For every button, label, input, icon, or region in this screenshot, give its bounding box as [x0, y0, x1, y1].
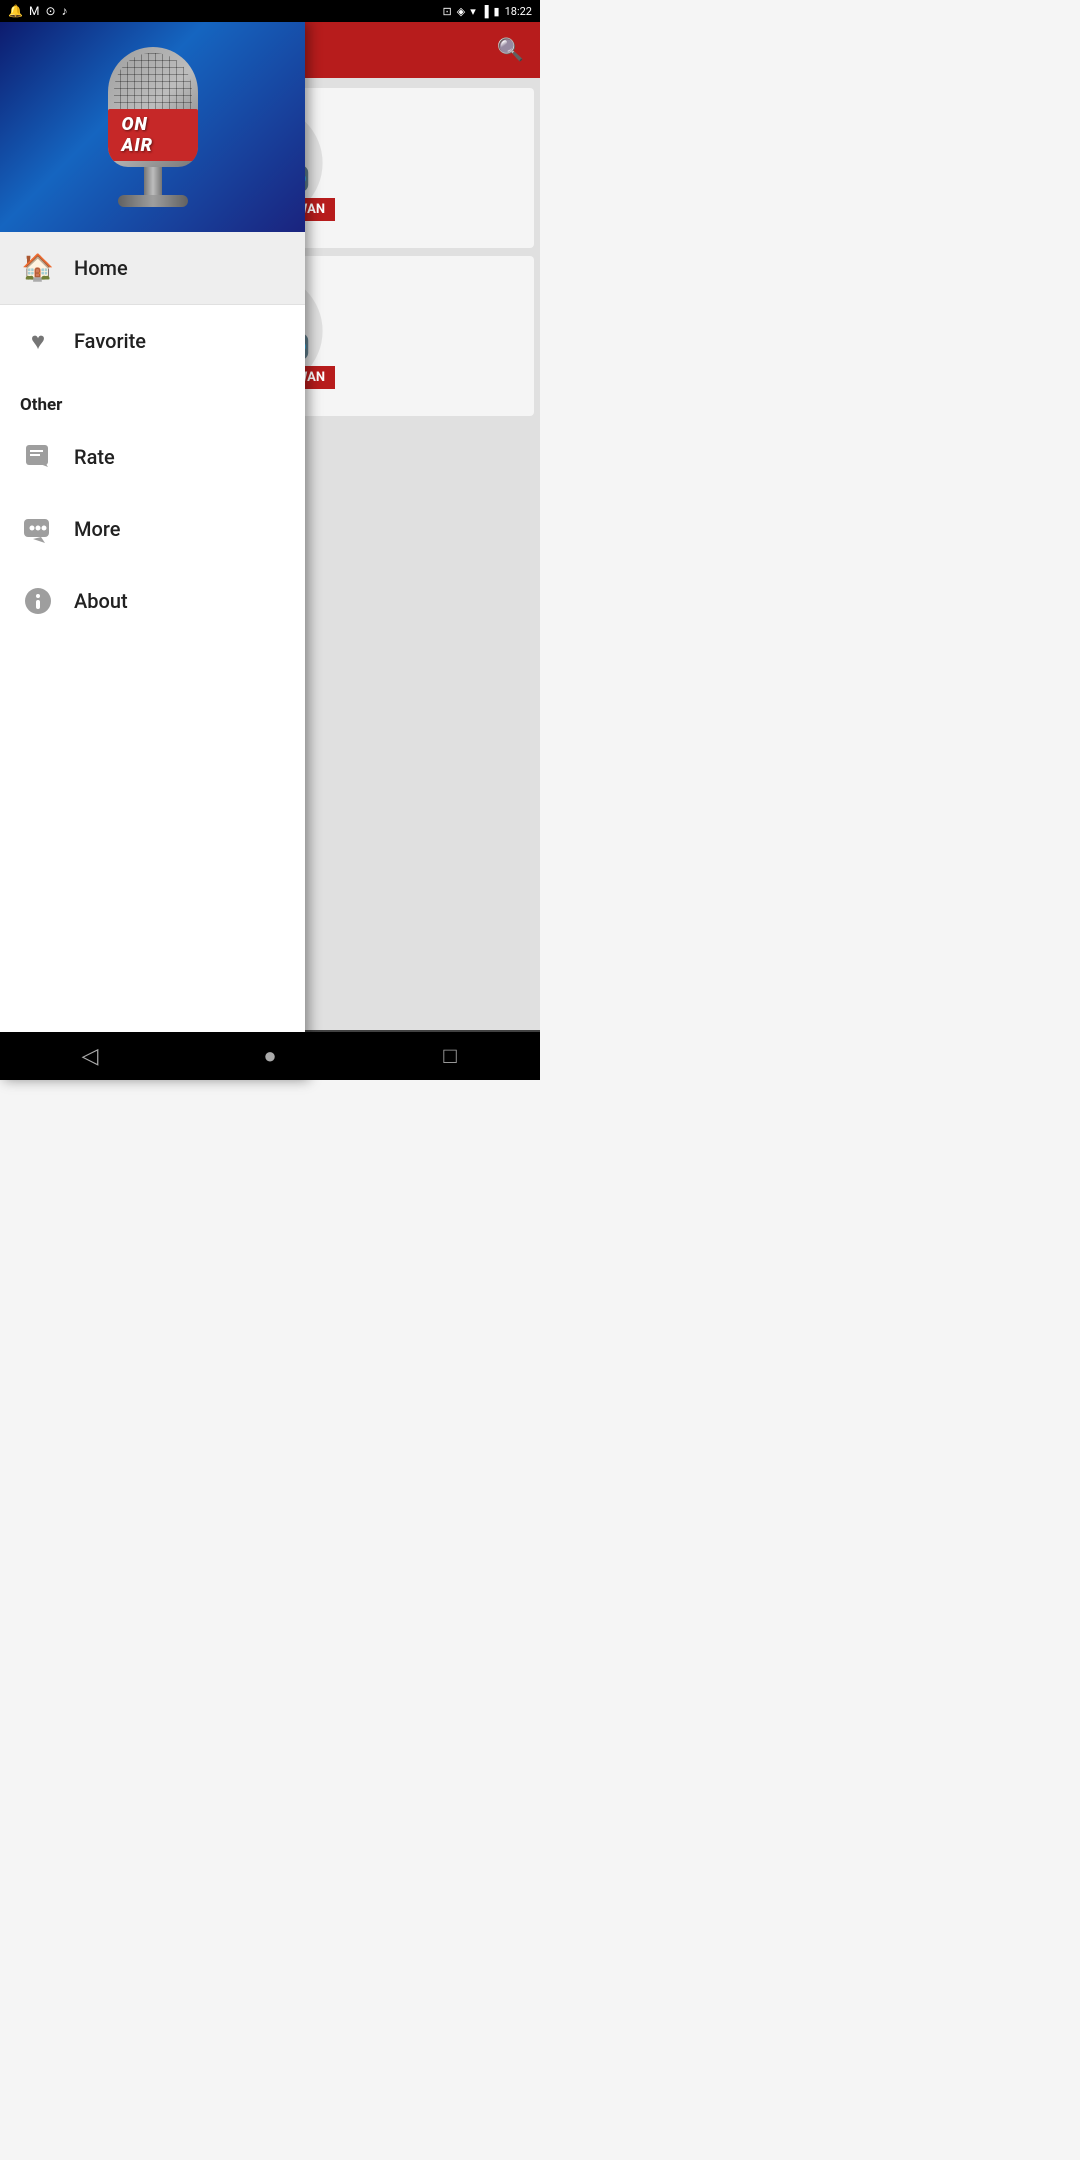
favorite-label: Favorite — [74, 329, 146, 353]
home-nav-icon: ● — [263, 1043, 276, 1069]
mic-body: ON AIR — [108, 47, 198, 207]
home-label: Home — [74, 256, 128, 280]
rate-icon — [24, 443, 52, 471]
mic-container: ON AIR — [0, 22, 305, 232]
notification-icon: 🔔 — [8, 4, 23, 18]
nav-item-more[interactable]: More — [0, 493, 305, 565]
recents-icon: □ — [443, 1043, 456, 1069]
heart-icon: ♥ — [31, 327, 45, 356]
cast-icon: ⊡ — [443, 5, 452, 18]
signal-icon: ▐ — [481, 5, 489, 18]
other-section-header: Other — [0, 377, 305, 421]
rate-icon-container — [20, 439, 56, 475]
camera-icon: ⊙ — [45, 4, 55, 18]
info-icon — [24, 587, 52, 615]
drawer-spacer — [0, 637, 305, 1080]
arrow-icon: ◈ — [457, 5, 465, 18]
other-label: Other — [20, 395, 62, 415]
battery-icon: ▮ — [494, 5, 500, 18]
back-icon: ◁ — [82, 1044, 99, 1069]
drawer-header: ON AIR — [0, 22, 305, 232]
more-icon-container — [20, 511, 56, 547]
nav-item-about[interactable]: About — [0, 565, 305, 637]
home-button[interactable]: ● — [180, 1032, 360, 1080]
screen: STATIONS 🔍 🍁 HEWAN ns — [0, 22, 540, 1080]
nav-item-favorite[interactable]: ♥ Favorite — [0, 305, 305, 377]
mic-head: ON AIR — [108, 47, 198, 167]
status-bar: 🔔 M ⊙ ♪ ⊡ ◈ ▾ ▐ ▮ 18:22 — [0, 0, 540, 22]
home-icon-container: 🏠 — [20, 250, 56, 286]
info-icon-container — [20, 583, 56, 619]
gmail-icon: M — [29, 4, 39, 18]
status-icons-left: 🔔 M ⊙ ♪ — [8, 4, 68, 18]
heart-icon-container: ♥ — [20, 323, 56, 359]
status-icons-right: ⊡ ◈ ▾ ▐ ▮ 18:22 — [443, 5, 532, 18]
nav-item-rate[interactable]: Rate — [0, 421, 305, 493]
about-label: About — [74, 589, 128, 613]
more-icon — [23, 515, 53, 543]
more-label: More — [74, 517, 120, 541]
recents-button[interactable]: □ — [360, 1032, 540, 1080]
back-button[interactable]: ◁ — [0, 1032, 180, 1080]
music-icon: ♪ — [62, 4, 68, 18]
mic-base — [118, 195, 188, 207]
clock: 18:22 — [505, 5, 532, 18]
home-icon: 🏠 — [22, 253, 54, 283]
wifi-icon: ▾ — [470, 5, 476, 18]
mic-neck — [144, 165, 162, 195]
nav-item-home[interactable]: 🏠 Home — [0, 232, 305, 305]
rate-label: Rate — [74, 445, 115, 469]
navigation-drawer: ON AIR 🏠 Home ♥ Favorite Other — [0, 22, 305, 1080]
bottom-navigation-bar: ◁ ● □ — [0, 1032, 540, 1080]
on-air-badge: ON AIR — [108, 109, 198, 161]
search-icon[interactable]: 🔍 — [497, 38, 524, 63]
